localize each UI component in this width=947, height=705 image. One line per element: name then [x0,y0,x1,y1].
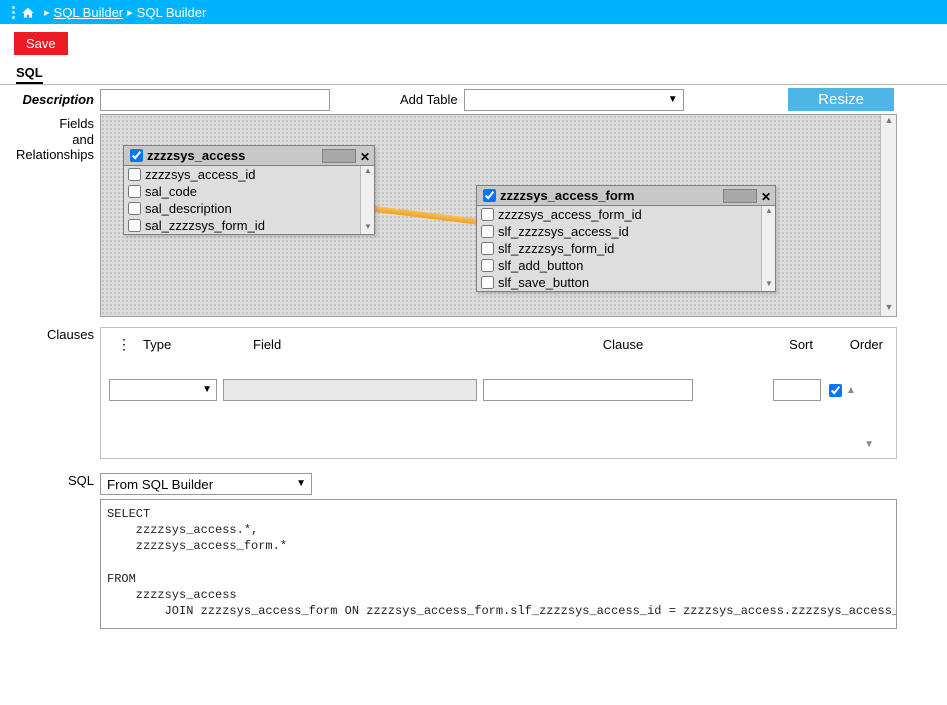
save-row: Save [0,24,947,63]
clause-row [107,377,890,403]
label-description: Description [0,92,100,107]
table-field[interactable]: slf_zzzzsys_access_id [477,223,775,240]
label-fields-relationships: Fields and Relationships [0,114,100,317]
add-table-select[interactable] [464,89,684,111]
table-box[interactable]: zzzzsys_access zzzzsys_access_id sal_codes… [123,145,375,235]
table-checkbox[interactable] [483,189,496,202]
sql-text-wrap: SELECT zzzzsys_access.*, zzzzsys_access_… [100,499,897,632]
table-field[interactable]: slf_add_button [477,257,775,274]
row-up-icon[interactable] [846,385,856,396]
table-field[interactable]: zzzzsys_access_form_id [477,206,775,223]
col-header-type: Type [143,337,253,352]
field-checkbox[interactable] [481,276,494,289]
label-add-table: Add Table [400,92,464,107]
label-sql: SQL [0,473,100,495]
table-field[interactable]: zzzzsys_access_id [124,166,374,183]
sql-source-select[interactable]: From SQL Builder [100,473,312,495]
field-checkbox[interactable] [481,242,494,255]
scroll-up-icon[interactable] [361,166,374,178]
col-header-order: Order [813,337,883,352]
field-label: slf_add_button [498,258,583,273]
table-title-bar[interactable]: zzzzsys_access_form [477,186,775,206]
breadcrumb-current: SQL Builder [137,5,207,20]
sql-section: SQL From SQL Builder [0,473,947,495]
scroll-down-icon[interactable] [881,302,897,316]
field-label: slf_zzzzsys_form_id [498,241,614,256]
clauses-box: Type Field Clause Sort Order [100,327,897,459]
table-field[interactable]: sal_zzzzsys_form_id [124,217,374,234]
breadcrumb-link[interactable]: SQL Builder [54,5,124,20]
field-label: zzzzsys_access_form_id [498,207,642,222]
table-field[interactable]: sal_code [124,183,374,200]
scroll-down-icon[interactable] [762,279,775,291]
table-fields: zzzzsys_access_id sal_code sal_description… [124,166,374,234]
clause-type-select[interactable] [109,379,217,401]
save-button[interactable]: Save [14,32,68,55]
resize-button[interactable]: Resize [788,88,894,111]
tab-sql[interactable]: SQL [16,63,43,84]
menu-dots-icon[interactable] [6,3,14,21]
table-box[interactable]: zzzzsys_access_form zzzzsys_access_form_i… [476,185,776,292]
table-field[interactable]: slf_zzzzsys_form_id [477,240,775,257]
field-checkbox[interactable] [481,259,494,272]
close-icon[interactable] [759,189,773,203]
label-clauses: Clauses [0,327,100,459]
home-icon[interactable] [20,4,36,20]
field-checkbox[interactable] [481,208,494,221]
canvas-scrollbar[interactable] [880,115,896,316]
form-row-description: Description Add Table Resize [0,84,947,114]
tabs-row: SQL [0,63,947,84]
table-fields: zzzzsys_access_form_id slf_zzzzsys_access… [477,206,775,291]
table-scrollbar[interactable] [761,206,775,291]
table-name: zzzzsys_access [147,148,322,163]
chevron-right-icon [127,6,133,19]
field-label: sal_description [145,201,232,216]
breadcrumb-bar: SQL Builder SQL Builder [0,0,947,24]
scroll-up-icon[interactable] [762,206,775,218]
field-label: slf_zzzzsys_access_id [498,224,629,239]
relationship-canvas[interactable]: zzzzsys_access zzzzsys_access_id sal_codes… [100,114,897,317]
table-field[interactable]: sal_description [124,200,374,217]
table-spacer [322,149,356,163]
field-label: sal_zzzzsys_form_id [145,218,265,233]
clauses-header: Type Field Clause Sort Order [107,332,890,365]
field-label: sal_code [145,184,197,199]
table-field[interactable]: slf_save_button [477,274,775,291]
clause-order-input[interactable] [773,379,821,401]
fields-row: Fields and Relationships zzzzsys_accessz… [0,114,947,317]
table-scrollbar[interactable] [360,166,374,234]
description-input[interactable] [100,89,330,111]
clause-value-input[interactable] [483,379,693,401]
close-icon[interactable] [358,149,372,163]
field-label: zzzzsys_access_id [145,167,256,182]
table-title-bar[interactable]: zzzzsys_access [124,146,374,166]
clause-row-checkbox[interactable] [829,384,842,397]
col-header-sort: Sort [738,337,813,352]
clauses-menu-icon[interactable] [117,336,131,353]
field-checkbox[interactable] [128,219,141,232]
clauses-section: Clauses Type Field Clause Sort Order [0,327,947,459]
row-down-icon[interactable] [107,439,890,450]
col-header-clause: Clause [508,337,738,352]
table-name: zzzzsys_access_form [500,188,723,203]
field-checkbox[interactable] [128,185,141,198]
field-label: slf_save_button [498,275,589,290]
col-header-field: Field [253,337,508,352]
field-checkbox[interactable] [481,225,494,238]
scroll-down-icon[interactable] [361,222,374,234]
clause-field-input[interactable] [223,379,477,401]
field-checkbox[interactable] [128,202,141,215]
scroll-up-icon[interactable] [881,115,897,129]
sql-text[interactable]: SELECT zzzzsys_access.*, zzzzsys_access_… [100,499,897,629]
field-checkbox[interactable] [128,168,141,181]
chevron-right-icon [44,6,50,19]
table-checkbox[interactable] [130,149,143,162]
table-spacer [723,189,757,203]
